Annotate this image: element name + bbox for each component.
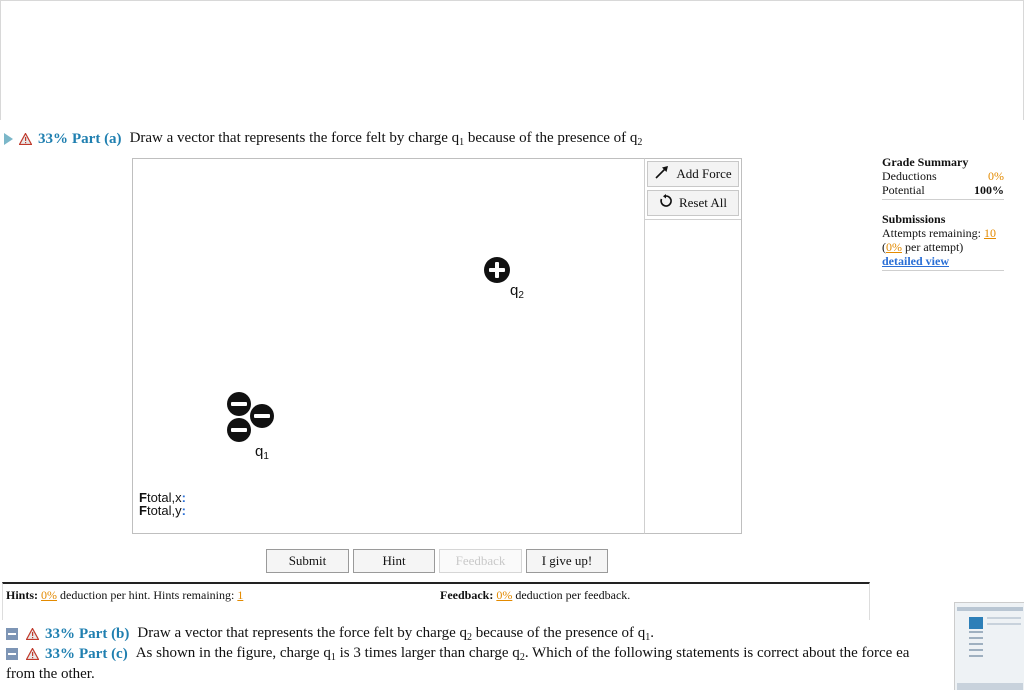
charge-q2-label: q2: [510, 282, 524, 301]
warning-icon: [19, 133, 32, 145]
screenshot-thumbnail[interactable]: [954, 602, 1024, 690]
submit-button[interactable]: Submit: [266, 549, 349, 573]
hints-info: Hints: 0% deduction per hint. Hints rema…: [6, 588, 244, 602]
ftotal-y-readout: Ftotal,y:: [139, 503, 186, 518]
collapse-icon[interactable]: [6, 648, 18, 660]
charge-q1-negative-icon[interactable]: [227, 418, 251, 442]
tool-panel: Add Force Reset All: [644, 158, 742, 534]
grade-summary-panel: Grade Summary Deductions 0% Potential 100%…: [882, 155, 1004, 273]
hints-feedback-box: Hints: 0% deduction per hint. Hints rema…: [2, 582, 870, 620]
reset-icon: [659, 194, 673, 212]
part-c-continuation: from the other.: [6, 666, 95, 682]
tool-separator: [645, 219, 741, 220]
per-attempt-row: (0% per attempt): [882, 240, 964, 254]
warning-icon: [26, 628, 39, 640]
charge-q1-label: q1: [255, 443, 269, 462]
potential-row: Potential 100%: [882, 183, 1004, 197]
part-a-header: 33% Part (a) Draw a vector that represen…: [4, 128, 642, 150]
reset-all-button[interactable]: Reset All: [647, 190, 739, 216]
divider: [882, 199, 1004, 200]
collapse-icon[interactable]: [6, 628, 18, 640]
give-up-button[interactable]: I give up!: [526, 549, 608, 573]
warning-icon: [26, 648, 39, 660]
arrow-icon: [654, 165, 670, 183]
part-a-question: Draw a vector that represents the force …: [129, 130, 643, 148]
divider: [882, 270, 1004, 271]
submissions-title: Submissions: [882, 212, 946, 226]
charge-q1-negative-icon[interactable]: [227, 392, 251, 416]
part-c-header[interactable]: 33% Part (c) As shown in the figure, cha…: [6, 645, 909, 663]
attempts-row: Attempts remaining: 10: [882, 226, 996, 240]
expand-arrow-icon[interactable]: [4, 133, 13, 145]
hint-button[interactable]: Hint: [353, 549, 435, 573]
add-force-button[interactable]: Add Force: [647, 161, 739, 187]
part-a-percent: 33%: [38, 130, 68, 147]
charge-q1-negative-icon[interactable]: [250, 404, 274, 428]
previous-problem-area: [0, 0, 1024, 120]
deductions-row: Deductions 0%: [882, 169, 1004, 183]
part-b-header[interactable]: 33% Part (b) Draw a vector that represen…: [6, 625, 654, 643]
part-a-label: Part (a): [72, 130, 122, 147]
vector-drawing-canvas[interactable]: q2 q1 Ftotal,x: Ftotal,y:: [132, 158, 645, 534]
feedback-info: Feedback: 0% deduction per feedback.: [440, 588, 631, 602]
grade-summary-title: Grade Summary: [882, 155, 969, 169]
feedback-button[interactable]: Feedback: [439, 549, 522, 573]
detailed-view-link[interactable]: detailed view: [882, 254, 1004, 268]
charge-q2-positive-icon[interactable]: [484, 257, 510, 283]
